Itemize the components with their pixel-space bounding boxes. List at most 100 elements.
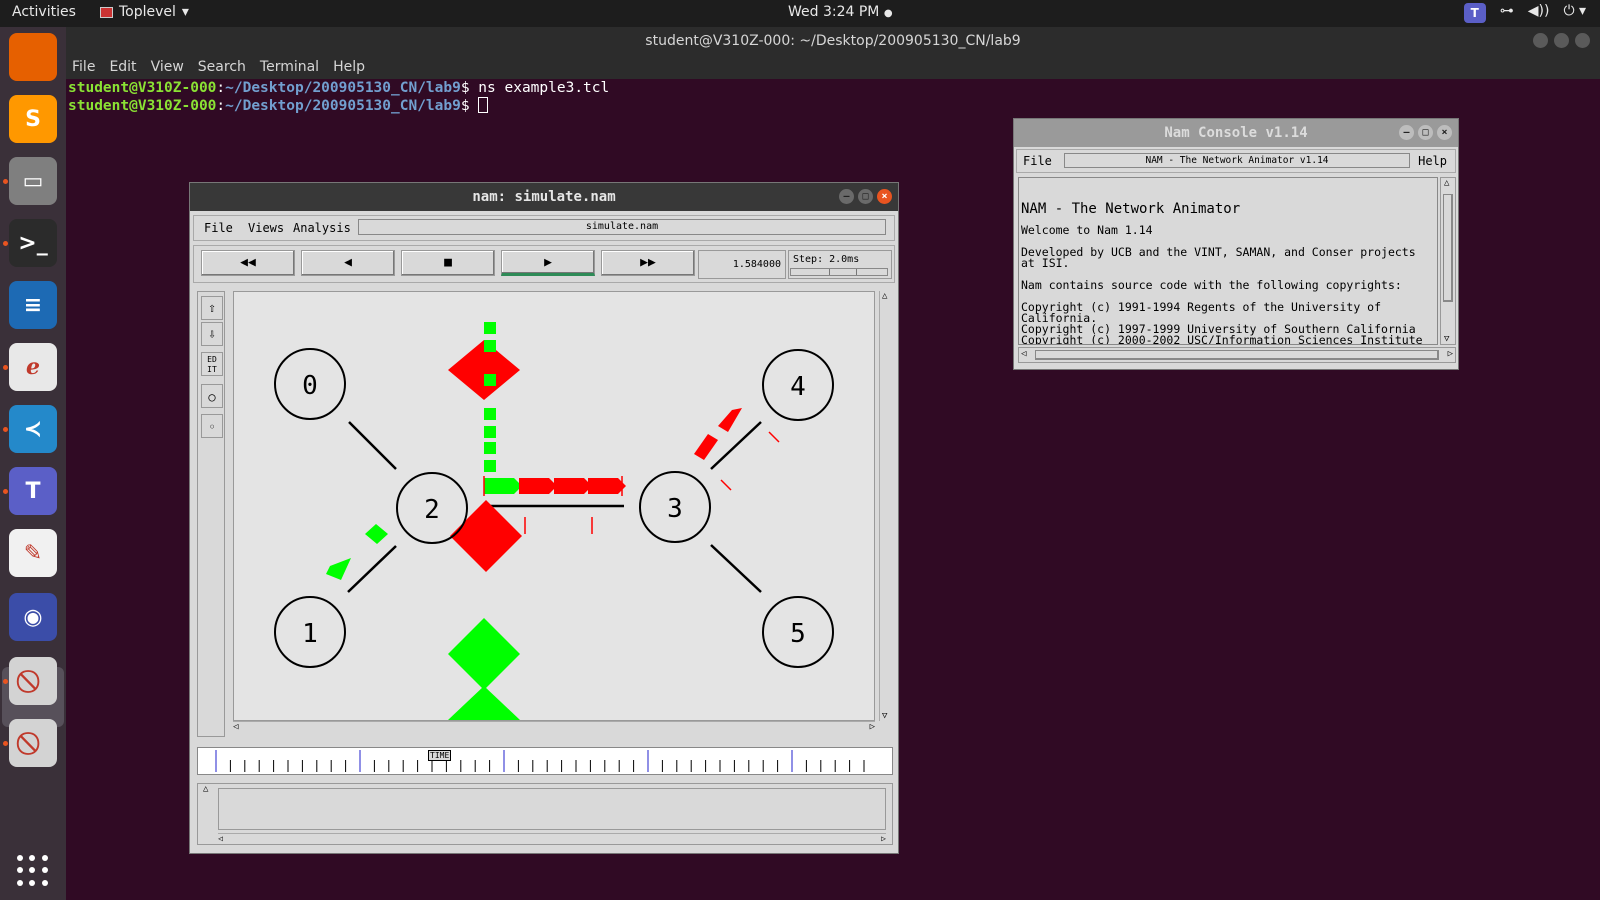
activities-button[interactable]: Activities bbox=[12, 4, 76, 20]
annotation-scroll-up[interactable]: △ bbox=[203, 784, 208, 794]
tk-window-icon[interactable]: ⃠ bbox=[9, 657, 57, 705]
packet-udp bbox=[484, 478, 522, 494]
close-button[interactable]: × bbox=[877, 189, 892, 204]
node-2-label: 2 bbox=[424, 495, 440, 525]
libreoffice-writer-icon[interactable]: ≡ bbox=[9, 281, 57, 329]
zoom-in-icon[interactable]: ⇧ bbox=[201, 296, 223, 320]
fast-forward-button[interactable]: ▶▶ bbox=[601, 250, 695, 276]
eclipse-icon[interactable]: ◉ bbox=[9, 593, 57, 641]
stop-button[interactable]: ■ bbox=[401, 250, 495, 276]
step-back-button[interactable]: ◀ bbox=[301, 250, 395, 276]
nam-menu-file[interactable]: File bbox=[204, 221, 233, 235]
minimize-button[interactable]: – bbox=[1399, 125, 1414, 140]
vscode-icon[interactable]: ≺ bbox=[9, 405, 57, 453]
drop-marker bbox=[720, 479, 732, 491]
text-editor-icon[interactable]: ✎ bbox=[9, 529, 57, 577]
canvas-horizontal-scrollbar[interactable]: ◁ ▷ bbox=[233, 721, 875, 735]
step-slider-knob[interactable] bbox=[829, 269, 857, 275]
terminal-titlebar: student@V310Z-000: ~/Desktop/200905130_C… bbox=[66, 27, 1600, 55]
console-title: Nam Console v1.14 bbox=[1164, 125, 1308, 141]
menu-help[interactable]: Help bbox=[333, 59, 365, 75]
packet-tcp bbox=[554, 478, 592, 494]
network-canvas[interactable]: 0 1 2 3 4 5 bbox=[233, 291, 875, 721]
rewind-button[interactable]: ◀◀ bbox=[201, 250, 295, 276]
close-button[interactable]: × bbox=[1437, 125, 1452, 140]
canvas-vertical-scrollbar[interactable]: △ ▽ bbox=[879, 291, 893, 721]
link-3-5 bbox=[710, 544, 762, 593]
terminal-icon[interactable]: >_ bbox=[9, 219, 57, 267]
node-4-label: 4 bbox=[790, 372, 806, 402]
system-tray[interactable]: T ⊶ ◀)) ⏻ ▾ bbox=[1463, 3, 1586, 23]
console-scroll-thumb[interactable] bbox=[1443, 194, 1453, 302]
firefox-icon[interactable] bbox=[9, 33, 57, 81]
menu-view[interactable]: View bbox=[151, 59, 184, 75]
packet-udp bbox=[484, 460, 496, 472]
console-line: Welcome to Nam 1.14 bbox=[1021, 223, 1153, 237]
edit-button[interactable]: ED IT bbox=[201, 352, 223, 376]
minimize-button[interactable]: – bbox=[839, 189, 854, 204]
node-5[interactable]: 5 bbox=[762, 596, 834, 668]
menu-terminal[interactable]: Terminal bbox=[260, 59, 319, 75]
volume-icon[interactable]: ◀)) bbox=[1528, 3, 1550, 23]
packet-udp bbox=[365, 524, 388, 544]
console-hscroll-thumb[interactable] bbox=[1035, 350, 1439, 360]
console-horizontal-scrollbar[interactable]: ◁ ▷ bbox=[1018, 347, 1456, 363]
console-vertical-scrollbar[interactable]: △ ▽ bbox=[1440, 177, 1456, 345]
menu-edit[interactable]: Edit bbox=[109, 59, 136, 75]
annotation-hscroll[interactable]: ◁ ▷ bbox=[218, 833, 886, 843]
zoom-out-icon[interactable]: ⇩ bbox=[201, 322, 223, 346]
node-1[interactable]: 1 bbox=[274, 596, 346, 668]
minimize-button[interactable] bbox=[1533, 33, 1548, 48]
maximize-button[interactable] bbox=[1554, 33, 1569, 48]
sublime-text-icon[interactable]: S bbox=[9, 95, 57, 143]
maximize-button[interactable]: □ bbox=[858, 189, 873, 204]
step-slider[interactable] bbox=[790, 268, 888, 276]
packet-udp bbox=[484, 442, 496, 454]
console-heading: NAM - The Network Animator bbox=[1021, 201, 1241, 217]
annotation-list[interactable] bbox=[218, 788, 886, 830]
packet-udp bbox=[484, 426, 496, 438]
timeline-slider[interactable]: TIME bbox=[197, 747, 893, 775]
timeline-time-marker[interactable]: TIME bbox=[428, 750, 452, 761]
console-line: Copyright (c) 2000-2002 USC/Information … bbox=[1021, 333, 1423, 345]
text-cursor bbox=[478, 97, 489, 113]
console-menu-help[interactable]: Help bbox=[1418, 154, 1447, 168]
running-indicator bbox=[3, 179, 8, 184]
power-icon[interactable]: ⏻ ▾ bbox=[1563, 3, 1586, 23]
console-menu-file[interactable]: File bbox=[1023, 154, 1052, 168]
timeline-ticks bbox=[215, 750, 865, 772]
packet-udp bbox=[326, 558, 351, 580]
close-button[interactable] bbox=[1575, 33, 1590, 48]
packet-udp bbox=[484, 374, 496, 386]
node-4[interactable]: 4 bbox=[762, 349, 834, 421]
nam-console-window: Nam Console v1.14 – □ × File Help NAM - … bbox=[1013, 118, 1459, 370]
small-node-tool-icon[interactable]: ◦ bbox=[201, 414, 223, 438]
node-2[interactable]: 2 bbox=[396, 472, 468, 544]
maximize-button[interactable]: □ bbox=[1418, 125, 1433, 140]
nam-menu-analysis[interactable]: Analysis bbox=[293, 221, 351, 235]
node-tool-icon[interactable]: ○ bbox=[201, 384, 223, 408]
pdf-viewer-icon[interactable]: ℯ bbox=[9, 343, 57, 391]
play-button[interactable]: ▶ bbox=[501, 250, 595, 276]
annotation-panel: △ ◁ ▷ bbox=[197, 783, 893, 845]
sim-time-display: 1.584000 bbox=[698, 250, 786, 279]
teams-tray-icon[interactable]: T bbox=[1463, 3, 1486, 23]
packet-udp bbox=[484, 340, 496, 352]
clock[interactable]: Wed 3:24 PM ● bbox=[788, 4, 893, 20]
node-0[interactable]: 0 bbox=[274, 348, 346, 420]
link-3-4 bbox=[710, 421, 762, 470]
node-0-label: 0 bbox=[302, 371, 318, 401]
console-text[interactable]: NAM - The Network Animator Welcome to Na… bbox=[1018, 177, 1438, 345]
file-manager-icon[interactable]: ▭ bbox=[9, 157, 57, 205]
teams-icon[interactable]: T bbox=[9, 467, 57, 515]
tk-window-icon-2[interactable]: ⃠ bbox=[9, 719, 57, 767]
menu-file[interactable]: File bbox=[72, 59, 95, 75]
show-applications-icon[interactable] bbox=[17, 855, 49, 887]
node-3[interactable]: 3 bbox=[639, 471, 711, 543]
app-menu[interactable]: Toplevel ▾ bbox=[100, 4, 189, 20]
menu-search[interactable]: Search bbox=[198, 59, 246, 75]
nam-menu-views[interactable]: Views bbox=[248, 221, 284, 235]
nam-filename: simulate.nam bbox=[358, 219, 886, 235]
chevron-down-icon: ▾ bbox=[181, 4, 189, 20]
network-icon[interactable]: ⊶ bbox=[1500, 3, 1514, 23]
